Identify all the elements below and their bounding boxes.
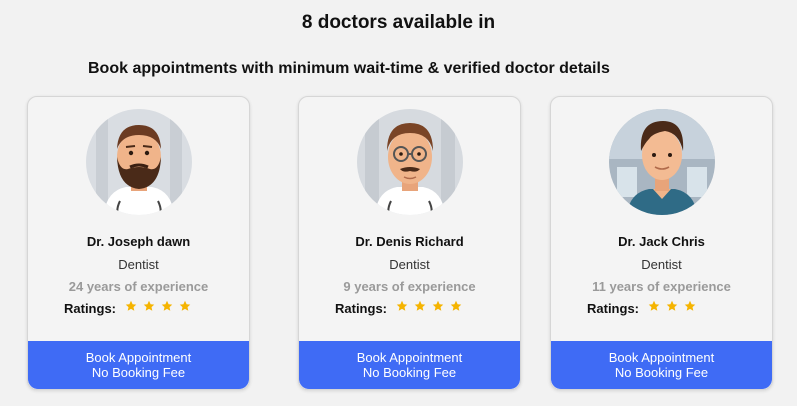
book-appointment-button[interactable]: Book Appointment No Booking Fee bbox=[28, 341, 249, 389]
page-title: 8 doctors available in bbox=[301, 12, 496, 33]
star-icon bbox=[432, 300, 444, 312]
doctor-card: Dr. Jack Chris Dentist 11 years of exper… bbox=[550, 96, 773, 390]
book-appointment-label: Book Appointment bbox=[608, 350, 715, 365]
doctor-specialty: Dentist bbox=[641, 257, 682, 272]
doctor-ratings: Ratings: bbox=[335, 298, 465, 318]
rating-stars bbox=[645, 299, 699, 317]
booking-fee-label: No Booking Fee bbox=[614, 365, 709, 380]
star-icon bbox=[648, 300, 660, 312]
doctor-experience: 9 years of experience bbox=[343, 279, 476, 294]
star-icon bbox=[450, 300, 462, 312]
rating-stars bbox=[122, 299, 194, 317]
doctor-specialty: Dentist bbox=[389, 257, 430, 272]
page-subtitle: Book appointments with minimum wait-time… bbox=[88, 60, 610, 77]
doctor-name: Dr. Jack Chris bbox=[618, 234, 705, 249]
booking-fee-label: No Booking Fee bbox=[362, 365, 457, 380]
doctor-card: Dr. Denis Richard Dentist 9 years of exp… bbox=[298, 96, 521, 390]
book-appointment-label: Book Appointment bbox=[85, 350, 192, 365]
ratings-label: Ratings: bbox=[335, 300, 387, 316]
doctor-experience: 11 years of experience bbox=[592, 279, 731, 294]
book-appointment-button[interactable]: Book Appointment No Booking Fee bbox=[299, 341, 520, 389]
star-icon bbox=[179, 300, 191, 312]
doctor-avatar-bearded bbox=[86, 109, 192, 215]
doctor-experience: 24 years of experience bbox=[68, 279, 209, 294]
doctor-ratings: Ratings: bbox=[64, 298, 194, 318]
booking-fee-label: No Booking Fee bbox=[91, 365, 186, 380]
doctor-name: Dr. Denis Richard bbox=[355, 234, 464, 249]
star-icon bbox=[666, 300, 678, 312]
ratings-label: Ratings: bbox=[64, 300, 116, 316]
doctor-specialty: Dentist bbox=[118, 257, 159, 272]
doctor-avatar-young bbox=[609, 109, 715, 215]
doctor-avatar-glasses bbox=[357, 109, 463, 215]
star-icon bbox=[684, 300, 696, 312]
doctor-card: Dr. Joseph dawn Dentist 24 years of expe… bbox=[27, 96, 250, 390]
doctor-name: Dr. Joseph dawn bbox=[86, 234, 191, 249]
star-icon bbox=[396, 300, 408, 312]
star-icon bbox=[161, 300, 173, 312]
book-appointment-button[interactable]: Book Appointment No Booking Fee bbox=[551, 341, 772, 389]
book-appointment-label: Book Appointment bbox=[356, 350, 463, 365]
doctor-ratings: Ratings: bbox=[587, 298, 699, 318]
ratings-label: Ratings: bbox=[587, 300, 639, 316]
rating-stars bbox=[393, 299, 465, 317]
star-icon bbox=[414, 300, 426, 312]
star-icon bbox=[143, 300, 155, 312]
star-icon bbox=[125, 300, 137, 312]
